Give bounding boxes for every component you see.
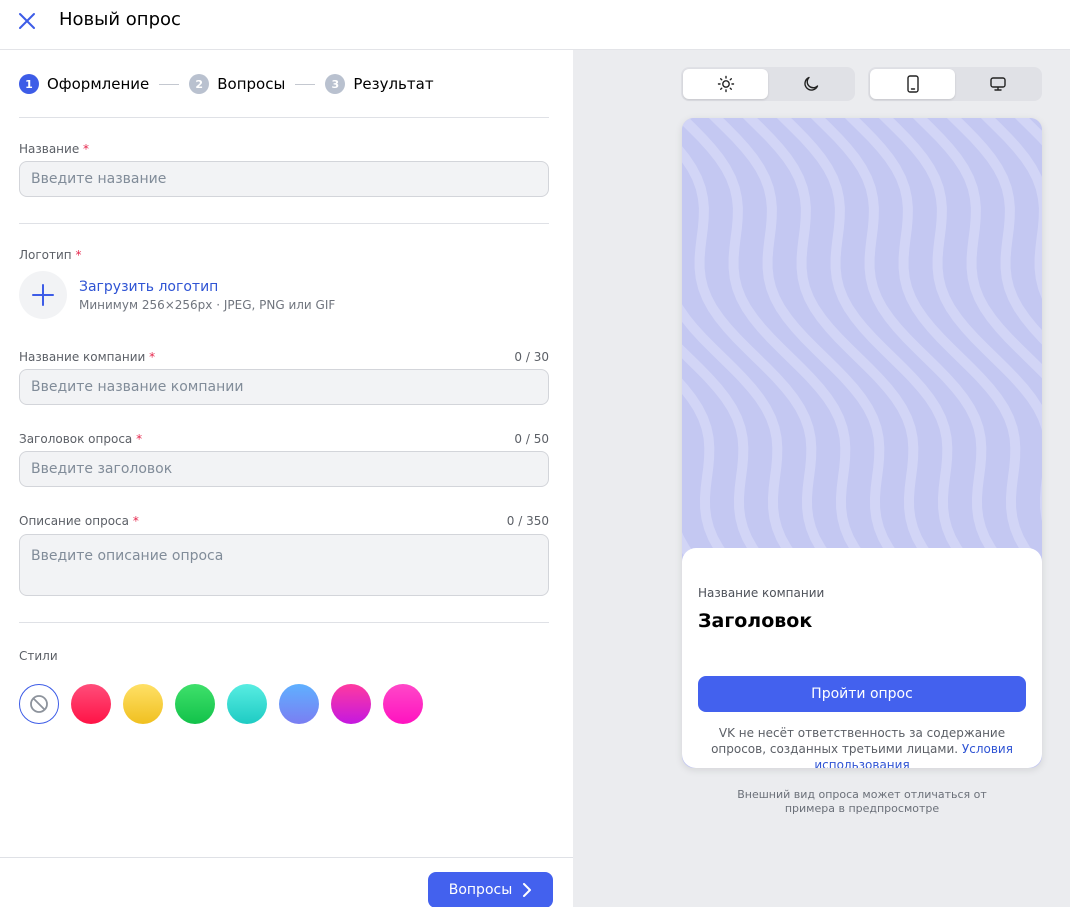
- style-swatch-teal[interactable]: [227, 684, 267, 724]
- chevron-right-icon: [523, 883, 532, 897]
- required-mark: *: [132, 514, 139, 528]
- step-design[interactable]: 1 Оформление: [19, 74, 149, 94]
- preview-disclaimer: VK не несёт ответственность за содержани…: [698, 725, 1026, 768]
- style-swatch-red[interactable]: [71, 684, 111, 724]
- logo-label-text: Логотип: [19, 248, 72, 262]
- desktop-view-button[interactable]: [955, 69, 1040, 99]
- logo-upload-button[interactable]: [19, 271, 67, 319]
- style-swatch-none[interactable]: [19, 684, 59, 724]
- company-label: Название компании *: [19, 350, 155, 364]
- required-mark: *: [149, 350, 156, 364]
- heading-counter: 0 / 50: [514, 432, 549, 446]
- step-result[interactable]: 3 Результат: [325, 74, 434, 94]
- next-questions-button[interactable]: Вопросы: [428, 872, 553, 907]
- style-swatch-yellow[interactable]: [123, 684, 163, 724]
- name-input[interactable]: [19, 161, 549, 197]
- description-textarea[interactable]: [19, 534, 549, 596]
- company-label-text: Название компании: [19, 350, 146, 364]
- required-mark: *: [75, 248, 82, 262]
- step-label: Оформление: [47, 75, 150, 93]
- divider: [19, 223, 549, 224]
- preview-title: Заголовок: [698, 610, 813, 632]
- step-questions[interactable]: 2 Вопросы: [189, 74, 285, 94]
- style-swatch-blue[interactable]: [279, 684, 319, 724]
- dark-theme-button[interactable]: [768, 69, 853, 99]
- plus-icon: [32, 284, 54, 306]
- close-button[interactable]: [14, 8, 40, 34]
- light-theme-button[interactable]: [683, 69, 768, 99]
- form-panel: 1 Оформление 2 Вопросы 3 Результат Назва…: [0, 50, 573, 907]
- page-title: Новый опрос: [59, 9, 181, 30]
- logo-label: Логотип *: [19, 248, 81, 262]
- step-number: 2: [189, 74, 210, 94]
- sun-icon: [717, 75, 734, 93]
- company-counter: 0 / 30: [514, 350, 549, 364]
- device-toggle: [868, 67, 1042, 101]
- style-swatch-magenta[interactable]: [331, 684, 371, 724]
- required-mark: *: [83, 142, 90, 156]
- no-style-icon: [30, 695, 48, 713]
- divider: [19, 622, 549, 623]
- top-bar: Новый опрос: [0, 0, 1070, 50]
- close-icon: [19, 13, 35, 29]
- moon-icon: [803, 76, 818, 91]
- heading-input[interactable]: [19, 451, 549, 487]
- style-swatch-pink[interactable]: [383, 684, 423, 724]
- phone-icon: [906, 75, 919, 93]
- mobile-preview: Название компании Заголовок Пройти опрос…: [682, 118, 1042, 768]
- preview-company-name: Название компании: [698, 586, 825, 600]
- footer-divider: [0, 857, 573, 858]
- upload-logo-link[interactable]: Загрузить логотип: [79, 279, 218, 295]
- heading-label-text: Заголовок опроса: [19, 432, 133, 446]
- step-number: 3: [325, 74, 346, 94]
- step-label: Результат: [353, 75, 434, 93]
- company-input[interactable]: [19, 369, 549, 405]
- name-label: Название *: [19, 142, 89, 156]
- description-label: Описание опроса *: [19, 514, 139, 528]
- monitor-icon: [989, 77, 1006, 91]
- step-label: Вопросы: [217, 75, 286, 93]
- name-label-text: Название: [19, 142, 80, 156]
- preview-card: Название компании Заголовок Пройти опрос…: [682, 548, 1042, 768]
- mobile-view-button[interactable]: [870, 69, 955, 99]
- stepper: 1 Оформление 2 Вопросы 3 Результат: [19, 74, 434, 94]
- step-number: 1: [19, 74, 39, 94]
- style-swatches: [19, 684, 435, 724]
- background-pattern: [682, 118, 1042, 568]
- description-counter: 0 / 350: [506, 514, 549, 528]
- heading-label: Заголовок опроса *: [19, 432, 142, 446]
- description-label-text: Описание опроса: [19, 514, 129, 528]
- step-connector: [295, 83, 316, 85]
- logo-hint: Минимум 256×256px · JPEG, PNG или GIF: [79, 298, 336, 312]
- step-connector: [159, 83, 180, 85]
- required-mark: *: [136, 432, 143, 446]
- preview-note: Внешний вид опроса может отличаться от п…: [737, 788, 987, 815]
- start-survey-button[interactable]: Пройти опрос: [698, 676, 1026, 712]
- preview-panel: Название компании Заголовок Пройти опрос…: [573, 50, 1070, 907]
- theme-toggle: [681, 67, 855, 101]
- styles-label: Стили: [19, 649, 58, 663]
- style-swatch-green[interactable]: [175, 684, 215, 724]
- divider: [19, 117, 549, 118]
- next-button-label: Вопросы: [448, 882, 513, 898]
